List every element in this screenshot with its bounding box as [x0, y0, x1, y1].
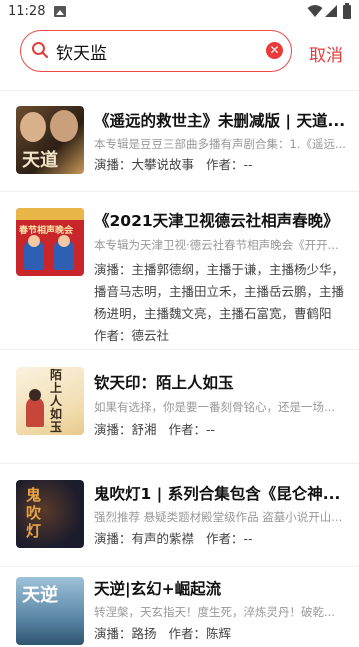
performer-value: 舒湘 [131, 422, 157, 437]
result-description: 本专辑是豆豆三部曲多播有声剧合集：1.《遥远... [94, 137, 346, 151]
result-list: 天道 《遥远的救世主》未删减版 | 天道... 本专辑是豆豆三部曲多播有声剧合集… [0, 91, 359, 647]
cancel-button[interactable]: 取消 [309, 41, 343, 66]
author-label: 作者： [206, 157, 244, 172]
performer-value: 有声的紫襟 [131, 531, 195, 546]
list-item[interactable]: 天逆 天逆|玄幻+崛起流 转涅槃，天玄指天！度生死，淬炼灵丹！破乾... 演播：… [0, 567, 359, 647]
battery-icon [343, 3, 351, 19]
author-label: 作者： [206, 531, 244, 546]
performer-label: 演播： [94, 262, 132, 277]
cover-title-text: 鬼吹灯 [26, 486, 42, 540]
result-title: 《2021天津卫视德云社相声春晚》 [94, 212, 339, 230]
result-meta: 演播：大攀说故事 作者：-- [94, 154, 349, 176]
clear-icon[interactable]: ✕ [266, 42, 283, 59]
result-meta: 演播：有声的紫襟 作者：-- [94, 528, 349, 550]
search-box[interactable]: ✕ [20, 30, 292, 72]
result-title: 鬼吹灯1 | 系列合集包含《昆仑神... [94, 485, 341, 503]
cover-image: 陌上人如玉 [16, 367, 84, 435]
list-item[interactable]: 天道 《遥远的救世主》未删减版 | 天道... 本专辑是豆豆三部曲多播有声剧合集… [0, 91, 359, 192]
search-input[interactable] [56, 41, 256, 61]
status-time: 11:28 [8, 4, 46, 19]
cover-title-text: 天逆 [22, 585, 58, 606]
list-item[interactable]: 鬼吹灯 鬼吹灯1 | 系列合集包含《昆仑神... 强烈推荐 悬疑类题材殿堂级作品… [0, 464, 359, 567]
author-label: 作者： [168, 422, 207, 437]
performer-label: 演播： [94, 422, 132, 437]
result-description: 转涅槃，天玄指天！度生死，淬炼灵丹！破乾... [94, 605, 335, 619]
cover-image: 天逆 [16, 577, 84, 645]
performer-label: 演播： [94, 157, 132, 172]
status-bar: 11:28 [0, 0, 359, 24]
author-value: -- [206, 422, 216, 437]
author-value: -- [243, 157, 253, 172]
cover-image: 天道 [16, 106, 84, 174]
result-meta: 演播：路扬 作者：陈辉 [94, 623, 349, 645]
result-meta: 演播：舒湘 作者：-- [94, 419, 349, 441]
result-description: 本专辑为天津卫视·德云社春节相声晚会《开开... [94, 238, 339, 252]
performer-label: 演播： [94, 531, 132, 546]
author-value: 陈辉 [206, 626, 232, 641]
result-description: 如果有选择，你是要一番刻骨铭心，还是一场... [94, 400, 335, 414]
performer-value: 主播郭德纲，主播于谦，主播杨少华，播音马志明，主播田立禾，主播岳云鹏，主播杨进明… [94, 262, 345, 321]
cover-image: 鬼吹灯 [16, 480, 84, 548]
signal-icon [325, 5, 337, 17]
result-title: 《遥远的救世主》未删减版 | 天道... [94, 112, 346, 130]
performer-value: 路扬 [131, 626, 157, 641]
cover-title-text: 天道 [22, 150, 58, 171]
performer-value: 大攀说故事 [131, 157, 195, 172]
search-icon [32, 42, 49, 59]
result-description: 强烈推荐 悬疑类题材殿堂级作品 盗墓小说开山... [94, 510, 343, 524]
performer-label: 演播： [94, 626, 132, 641]
cover-title-text: 春节相声晚会 [19, 226, 74, 236]
search-bar: ✕ 取消 [0, 28, 359, 78]
result-meta: 演播：主播郭德纲，主播于谦，主播杨少华，播音马志明，主播田立禾，主播岳云鹏，主播… [94, 259, 349, 347]
image-notification-icon [54, 6, 66, 17]
wifi-icon [307, 5, 323, 17]
list-item[interactable]: 陌上人如玉 钦天印：陌上人如玉 如果有选择，你是要一番刻骨铭心，还是一场... … [0, 350, 359, 464]
author-label: 作者： [94, 328, 132, 343]
author-value: -- [243, 531, 253, 546]
result-title: 天逆|玄幻+崛起流 [94, 580, 222, 598]
author-label: 作者： [168, 626, 207, 641]
cover-title-text: 陌上人如玉 [50, 368, 63, 434]
list-item[interactable]: 春节相声晚会 《2021天津卫视德云社相声春晚》 本专辑为天津卫视·德云社春节相… [0, 192, 359, 350]
author-value: 德云社 [131, 328, 170, 343]
cover-image: 春节相声晚会 [16, 208, 84, 276]
result-title: 钦天印：陌上人如玉 [94, 374, 234, 392]
